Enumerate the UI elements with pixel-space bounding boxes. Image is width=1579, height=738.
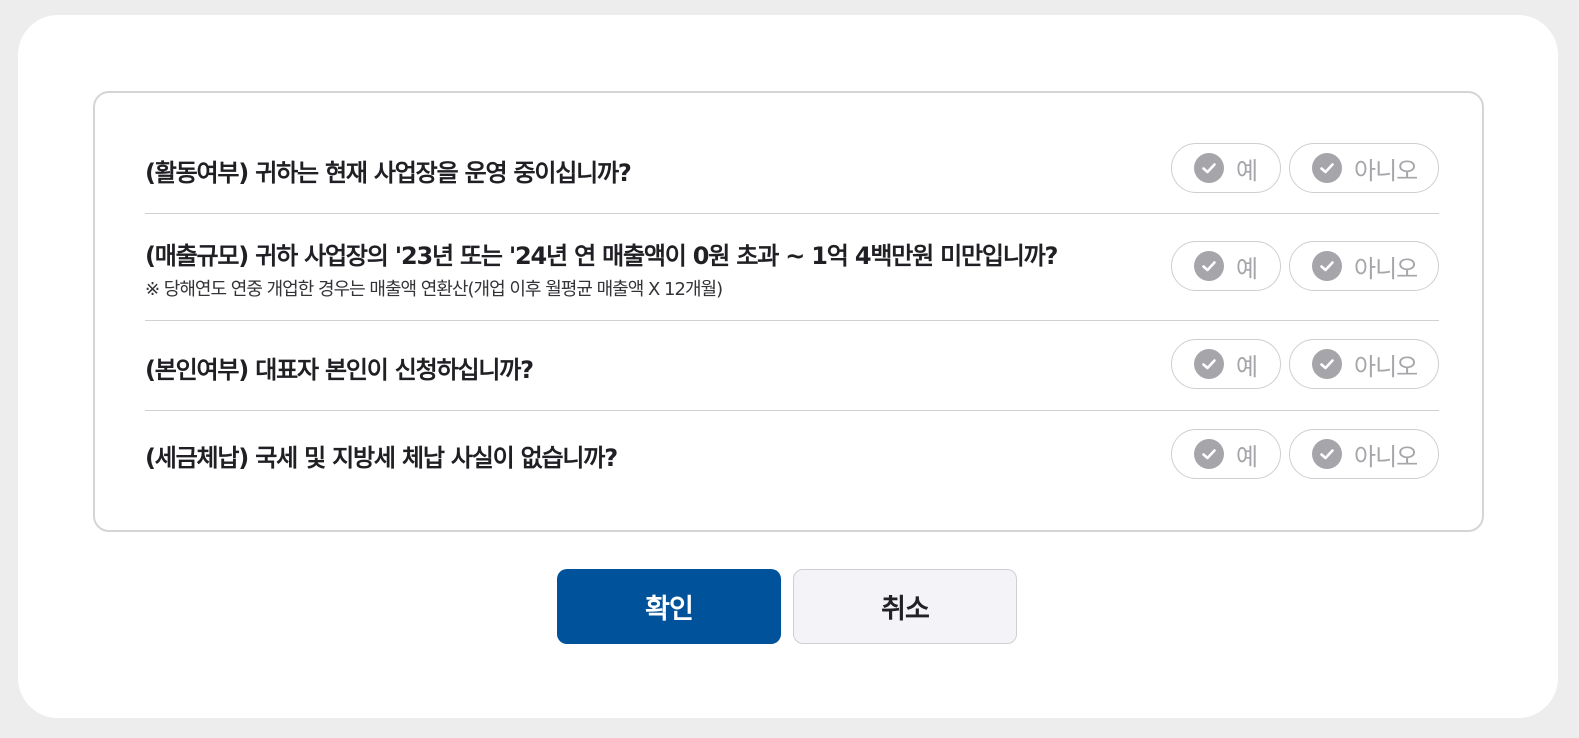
modal-card: (활동여부) 귀하는 현재 사업장을 운영 중이십니까? 예 아니오 (매출규모… — [18, 15, 1558, 718]
check-circle-icon — [1312, 349, 1342, 379]
yes-option[interactable]: 예 — [1171, 143, 1281, 193]
no-option[interactable]: 아니오 — [1289, 241, 1439, 291]
yes-option[interactable]: 예 — [1171, 429, 1281, 479]
no-option[interactable]: 아니오 — [1289, 339, 1439, 389]
question-list: (활동여부) 귀하는 현재 사업장을 운영 중이십니까? 예 아니오 (매출규모… — [93, 91, 1484, 532]
yes-option[interactable]: 예 — [1171, 241, 1281, 291]
check-circle-icon — [1194, 349, 1224, 379]
question-row-activity: (활동여부) 귀하는 현재 사업장을 운영 중이십니까? 예 아니오 — [145, 93, 1439, 214]
cancel-button[interactable]: 취소 — [793, 569, 1017, 644]
check-circle-icon — [1194, 153, 1224, 183]
no-label: 아니오 — [1354, 254, 1418, 283]
no-label: 아니오 — [1354, 352, 1418, 381]
confirm-button[interactable]: 확인 — [557, 569, 781, 644]
yes-label: 예 — [1236, 156, 1258, 185]
question-text: (본인여부) 대표자 본인이 신청하십니까? — [145, 356, 534, 384]
question-note: ※ 당해연도 연중 개업한 경우는 매출액 연환산(개업 이후 월평균 매출액 … — [145, 279, 723, 300]
answer-options: 예 아니오 — [1171, 429, 1439, 479]
answer-options: 예 아니오 — [1171, 339, 1439, 389]
yes-label: 예 — [1236, 352, 1258, 381]
check-circle-icon — [1194, 439, 1224, 469]
no-option[interactable]: 아니오 — [1289, 143, 1439, 193]
question-text: (매출규모) 귀하 사업장의 '23년 또는 '24년 연 매출액이 0원 초과… — [145, 242, 1058, 270]
yes-label: 예 — [1236, 254, 1258, 283]
yes-option[interactable]: 예 — [1171, 339, 1281, 389]
answer-options: 예 아니오 — [1171, 241, 1439, 291]
answer-options: 예 아니오 — [1171, 143, 1439, 193]
no-option[interactable]: 아니오 — [1289, 429, 1439, 479]
question-row-sales: (매출규모) 귀하 사업장의 '23년 또는 '24년 연 매출액이 0원 초과… — [145, 214, 1439, 321]
check-circle-icon — [1312, 153, 1342, 183]
no-label: 아니오 — [1354, 442, 1418, 471]
question-row-tax: (세금체납) 국세 및 지방세 체납 사실이 없습니까? 예 아니오 — [145, 411, 1439, 509]
check-circle-icon — [1312, 251, 1342, 281]
yes-label: 예 — [1236, 442, 1258, 471]
question-text: (세금체납) 국세 및 지방세 체납 사실이 없습니까? — [145, 444, 618, 472]
check-circle-icon — [1312, 439, 1342, 469]
question-text: (활동여부) 귀하는 현재 사업장을 운영 중이십니까? — [145, 159, 632, 187]
question-row-identity: (본인여부) 대표자 본인이 신청하십니까? 예 아니오 — [145, 321, 1439, 411]
check-circle-icon — [1194, 251, 1224, 281]
no-label: 아니오 — [1354, 156, 1418, 185]
